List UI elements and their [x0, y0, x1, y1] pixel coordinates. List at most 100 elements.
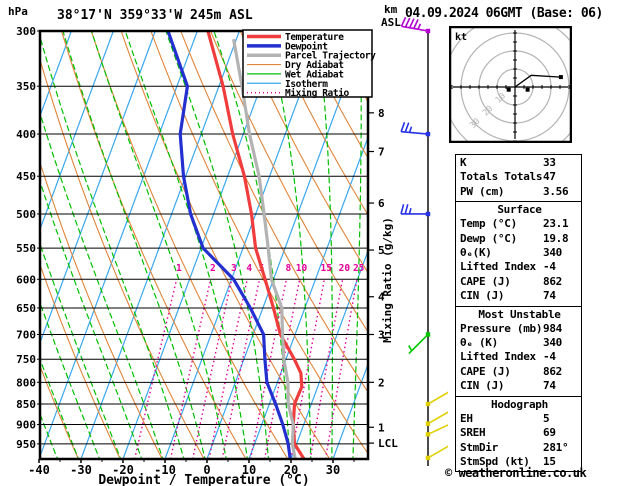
row-value: 5 — [543, 411, 550, 425]
svg-text:-40: -40 — [28, 463, 50, 477]
table-row: CIN (J) 74 — [460, 379, 579, 393]
row-label: PW (cm) — [460, 184, 505, 198]
stats-panel: K 33 Totals Totals 47 PW (cm) 3.56 Surface … — [455, 154, 582, 473]
svg-text:1: 1 — [176, 263, 182, 274]
svg-text:7: 7 — [378, 146, 385, 159]
svg-text:20: 20 — [339, 263, 351, 274]
wind-barb — [400, 122, 431, 137]
svg-text:800: 800 — [16, 376, 36, 389]
most-unstable-table: Most Unstable Pressure (mb) 984 θₑ (K) 340… — [455, 305, 582, 397]
table-title: Hodograph — [491, 397, 548, 411]
row-label: Temp (°C) — [460, 217, 517, 231]
svg-text:30: 30 — [326, 463, 340, 477]
svg-text:10: 10 — [296, 263, 308, 274]
row-value: 47 — [543, 170, 556, 184]
table-row: Lifted Index -4 — [460, 350, 579, 364]
legend: TemperatureDewpointParcel TrajectoryDry … — [242, 29, 377, 99]
svg-text:600: 600 — [16, 273, 36, 286]
hodograph-table: Hodograph EH 5 SREH 69 StmDir 281° StmSpd (… — [455, 395, 582, 473]
svg-text:650: 650 — [16, 302, 36, 315]
svg-text:2: 2 — [378, 376, 385, 389]
svg-text:8: 8 — [285, 263, 291, 274]
row-label: Totals Totals — [460, 170, 543, 184]
svg-text:1: 1 — [378, 421, 385, 434]
row-label: Lifted Index — [460, 260, 536, 274]
svg-text:LCL: LCL — [378, 437, 398, 450]
wind-barb — [400, 204, 431, 217]
svg-text:750: 750 — [16, 353, 36, 366]
table-row: StmDir 281° — [460, 441, 579, 455]
row-value: 69 — [543, 426, 556, 440]
svg-text:-30: -30 — [70, 463, 92, 477]
svg-text:850: 850 — [16, 398, 36, 411]
svg-text:500: 500 — [16, 208, 36, 221]
svg-text:400: 400 — [16, 128, 36, 141]
wind-barb — [425, 445, 448, 461]
hodograph-marker — [506, 87, 511, 92]
svg-text:550: 550 — [16, 242, 36, 255]
table-row: CAPE (J) 862 — [460, 365, 579, 379]
pressure-unit-label: hPa — [8, 5, 28, 18]
altitude-unit-label2: ASL — [381, 16, 401, 29]
row-value: 862 — [543, 364, 562, 378]
svg-text:300: 300 — [16, 25, 36, 38]
svg-text:3: 3 — [231, 263, 237, 274]
table-row: Totals Totals 47 — [460, 170, 579, 184]
row-label: CIN (J) — [460, 289, 505, 303]
svg-text:950: 950 — [16, 438, 36, 451]
table-row: EH 5 — [460, 412, 579, 426]
row-value: 19.8 — [543, 231, 569, 245]
table-row: K 33 — [460, 156, 579, 170]
wind-barb — [425, 391, 448, 407]
legend-label: Mixing Ratio — [285, 88, 350, 99]
stats-table: K 33 Totals Totals 47 PW (cm) 3.56 — [455, 154, 582, 203]
row-value: 33 — [543, 156, 556, 169]
row-value: 23.1 — [543, 217, 569, 231]
svg-text:4: 4 — [246, 263, 252, 274]
table-row: Pressure (mb) 984 — [460, 322, 579, 336]
row-value: 281° — [543, 440, 569, 454]
mixing-ratio-axis-title: Mixing Ratio (g/kg) — [381, 217, 394, 343]
sounding-app: 1 2 3 4 5 8 10 15 20 25 300 350 400 450 500 550 600 650 70… — [0, 0, 629, 486]
table-row: SREH 69 — [460, 426, 579, 440]
svg-text:350: 350 — [16, 80, 36, 93]
altitude-unit-label: km — [384, 3, 398, 16]
hodograph-plot: 102030kt — [450, 27, 571, 142]
hodograph-marker — [558, 75, 563, 80]
table-row: Temp (°C) 23.1 — [460, 217, 579, 231]
row-label: SREH — [460, 426, 486, 440]
row-label: Pressure (mb) — [460, 321, 543, 335]
svg-text:25: 25 — [353, 263, 365, 274]
hodograph-marker — [525, 87, 530, 92]
row-value: 340 — [543, 336, 562, 350]
row-value: 74 — [543, 379, 556, 393]
row-label: Lifted Index — [460, 350, 536, 364]
table-row: Dewp (°C) 19.8 — [460, 232, 579, 246]
row-value: 74 — [543, 289, 556, 303]
row-label: θₑ (K) — [460, 336, 498, 350]
x-axis-title: Dewpoint / Temperature (°C) — [98, 473, 309, 486]
row-label: Dewp (°C) — [460, 231, 517, 245]
svg-text:700: 700 — [16, 328, 36, 341]
row-label: CAPE (J) — [460, 364, 511, 378]
row-label: EH — [460, 411, 473, 425]
row-value: 340 — [543, 246, 562, 260]
row-value: -4 — [543, 260, 556, 274]
pressure-axis: 300 350 400 450 500 550 600 650 700 750 800 850 900 9… — [16, 25, 40, 451]
table-title: Most Unstable — [478, 307, 561, 321]
hodograph-unit-label: kt — [455, 32, 467, 43]
table-row: θₑ(K) 340 — [460, 246, 579, 260]
row-value: 3.56 — [543, 184, 569, 198]
svg-text:15: 15 — [321, 263, 333, 274]
table-row: θₑ (K) 340 — [460, 336, 579, 350]
row-label: θₑ(K) — [460, 246, 492, 260]
row-label: CAPE (J) — [460, 274, 511, 288]
table-row: PW (cm) 3.56 — [460, 185, 579, 199]
table-row: Lifted Index -4 — [460, 260, 579, 274]
svg-text:8: 8 — [378, 107, 385, 120]
skewt-chart: 1 2 3 4 5 8 10 15 20 2530035040045050055060065070… — [8, 3, 448, 486]
chart-datetime: 04.09.2024 06GMT (Base: 06) — [405, 6, 603, 21]
chart-title: 38°17'N 359°33'W 245m ASL — [57, 8, 253, 23]
row-label: K — [460, 156, 467, 169]
row-value: 862 — [543, 274, 562, 288]
